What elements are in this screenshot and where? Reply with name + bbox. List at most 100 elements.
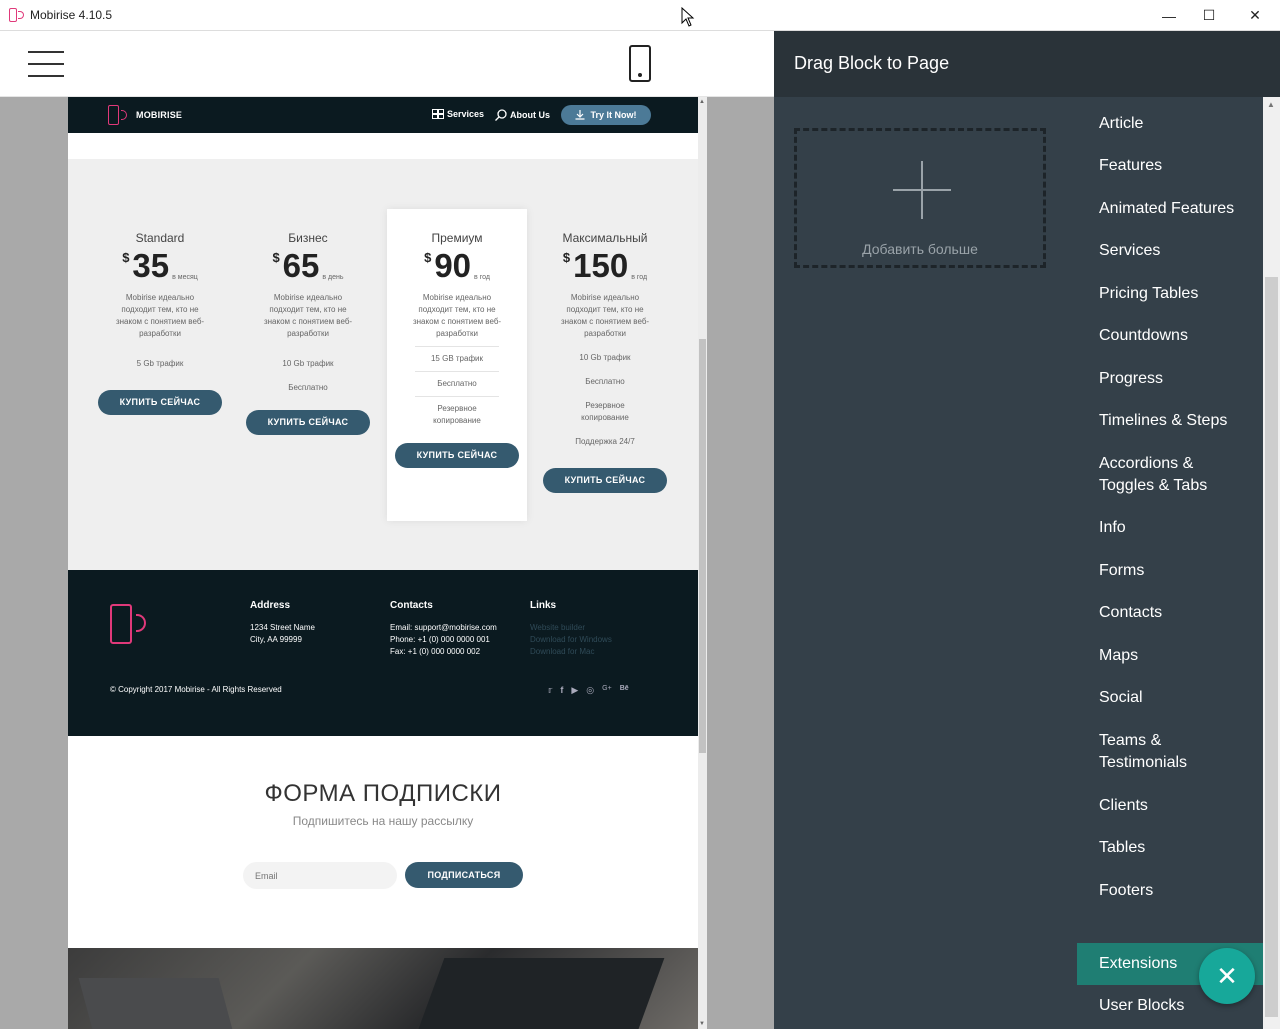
pricing-card: Максимальный $ 150 в год Mobirise идеаль…: [535, 209, 675, 493]
try-it-now-label: Try It Now!: [590, 110, 637, 120]
price-period: в месяц: [172, 274, 198, 281]
scrollbar-thumb[interactable]: [1265, 277, 1278, 1017]
category-teams-line2[interactable]: Testimonials: [1077, 752, 1263, 774]
close-panel-button[interactable]: ✕: [1199, 948, 1255, 1004]
footer-links: Links Website builder Download for Windo…: [530, 600, 612, 658]
nav-services[interactable]: Services: [432, 109, 484, 119]
currency-symbol: $: [424, 250, 432, 265]
buy-now-button[interactable]: КУПИТЬ СЕЙЧАС: [246, 410, 370, 435]
plan-feature: 15 GB трафик: [415, 346, 499, 371]
category-features[interactable]: Features: [1077, 155, 1263, 177]
scroll-down-icon[interactable]: ▼: [699, 1021, 705, 1027]
category-pricing-tables[interactable]: Pricing Tables: [1077, 283, 1263, 305]
buy-now-button[interactable]: КУПИТЬ СЕЙЧАС: [543, 468, 667, 493]
currency-symbol: $: [122, 250, 130, 265]
price-period: в год: [631, 274, 648, 281]
site-footer: Address 1234 Street Name City, AA 99999 …: [68, 570, 698, 736]
category-countdowns[interactable]: Countdowns: [1077, 325, 1263, 347]
editor-workspace: MOBIRISE Services About Us Try It Now! S…: [0, 97, 774, 1029]
category-clients[interactable]: Clients: [1077, 795, 1263, 817]
subscribe-title: ФОРМА ПОДПИСКИ: [264, 780, 502, 807]
facebook-icon[interactable]: f: [560, 685, 563, 696]
category-contacts[interactable]: Contacts: [1077, 602, 1263, 624]
subscribe-section: ФОРМА ПОДПИСКИ Подпишитесь на нашу рассы…: [68, 736, 698, 948]
category-animated-features[interactable]: Animated Features: [1077, 198, 1263, 220]
close-window-icon[interactable]: ✕: [1232, 0, 1278, 31]
plan-feature: 5 Gb трафик: [136, 359, 184, 368]
search-icon: [495, 109, 507, 121]
category-timelines-steps[interactable]: Timelines & Steps: [1077, 410, 1263, 432]
category-progress[interactable]: Progress: [1077, 368, 1263, 390]
plan-feature: Поддержка 24/7: [575, 437, 635, 446]
pricing-card: Бизнес $ 65 в день Mobirise идеально под…: [238, 209, 378, 435]
hero-image: [68, 948, 698, 1029]
scrollbar-thumb[interactable]: [699, 339, 706, 753]
price-amount: 65: [282, 247, 320, 284]
footer-link[interactable]: Download for Mac: [530, 646, 612, 658]
pricing-card-featured: Премиум $ 90 в год Mobirise идеально под…: [387, 209, 527, 521]
add-more-blocks[interactable]: Добавить больше: [794, 128, 1046, 268]
subscribe-button[interactable]: ПОДПИСАТЬСЯ: [405, 862, 523, 888]
try-it-now-button[interactable]: Try It Now!: [561, 105, 651, 125]
footer-heading: Links: [530, 600, 557, 611]
contact-email: Email: support@mobirise.com: [390, 623, 497, 632]
plan-name: Standard: [135, 231, 185, 245]
plan-feature: 10 Gb трафик: [282, 359, 334, 368]
maximize-icon[interactable]: ☐: [1186, 0, 1232, 31]
category-maps[interactable]: Maps: [1077, 645, 1263, 667]
buy-now-button[interactable]: КУПИТЬ СЕЙЧАС: [98, 390, 222, 415]
close-icon: ✕: [1216, 960, 1238, 991]
currency-symbol: $: [272, 250, 280, 265]
plan-price: $ 90 в год: [387, 248, 527, 284]
contact-phone: Phone: +1 (0) 000 0000 001: [390, 635, 490, 644]
mobile-view-icon[interactable]: [629, 45, 651, 82]
site-navbar[interactable]: MOBIRISE Services About Us Try It Now!: [68, 97, 698, 133]
scroll-up-icon[interactable]: ▲: [699, 99, 705, 105]
site-logo-icon[interactable]: [108, 105, 134, 125]
twitter-icon[interactable]: 𝕣: [548, 685, 552, 696]
footer-logo-icon[interactable]: [110, 604, 160, 646]
footer-link[interactable]: Download for Windows: [530, 634, 612, 646]
scroll-up-icon[interactable]: ▲: [1267, 100, 1275, 109]
category-footers[interactable]: Footers: [1077, 880, 1263, 902]
buy-now-button[interactable]: КУПИТЬ СЕЙЧАС: [395, 443, 519, 468]
hamburger-menu-icon[interactable]: [28, 51, 64, 77]
canvas-scrollbar[interactable]: ▲ ▼: [698, 97, 707, 1029]
pricing-section: Standard $ 35 в месяц Mobirise идеально …: [68, 159, 698, 570]
copyright-text: © Copyright 2017 Mobirise - All Rights R…: [110, 685, 282, 694]
window-titlebar: Mobirise 4.10.5 — ☐ ✕: [0, 0, 1280, 31]
footer-address: Address 1234 Street Name City, AA 99999: [250, 600, 315, 646]
page-canvas: MOBIRISE Services About Us Try It Now! S…: [68, 97, 698, 1029]
address-line: City, AA 99999: [250, 635, 302, 644]
price-amount: 90: [434, 247, 472, 284]
category-article[interactable]: Article: [1077, 113, 1263, 135]
plan-description: Mobirise идеально подходит тем, кто не з…: [263, 293, 353, 338]
youtube-icon[interactable]: ▶: [571, 685, 578, 696]
behance-icon[interactable]: Bē: [620, 685, 629, 696]
nav-about[interactable]: About Us: [495, 109, 550, 121]
blocks-panel: Drag Block to Page Добавить больше Artic…: [774, 31, 1280, 1029]
category-accordions-line2[interactable]: Toggles & Tabs: [1077, 475, 1263, 497]
category-tables[interactable]: Tables: [1077, 837, 1263, 859]
price-period: в год: [474, 274, 490, 281]
instagram-icon[interactable]: ◎: [586, 685, 594, 696]
category-forms[interactable]: Forms: [1077, 560, 1263, 582]
category-services[interactable]: Services: [1077, 240, 1263, 262]
panel-scrollbar[interactable]: ▲: [1263, 97, 1280, 1029]
email-field[interactable]: [243, 862, 397, 889]
site-brand[interactable]: MOBIRISE: [136, 110, 182, 120]
category-teams-line1[interactable]: Teams &: [1077, 730, 1263, 752]
plan-feature: Резервное копирование: [581, 401, 629, 422]
footer-link[interactable]: Website builder: [530, 622, 612, 634]
google-plus-icon[interactable]: G+: [602, 685, 612, 696]
footer-heading: Contacts: [390, 600, 433, 611]
plan-price: $ 150 в год: [535, 248, 675, 284]
plan-feature: Бесплатно: [288, 383, 328, 392]
subscribe-form: ПОДПИСАТЬСЯ: [243, 862, 523, 889]
category-info[interactable]: Info: [1077, 517, 1263, 539]
category-social[interactable]: Social: [1077, 687, 1263, 709]
category-accordions-line1[interactable]: Accordions &: [1077, 453, 1263, 475]
plan-name: Премиум: [431, 231, 483, 245]
add-more-label: Добавить больше: [862, 241, 978, 257]
nav-services-label: Services: [447, 109, 485, 119]
